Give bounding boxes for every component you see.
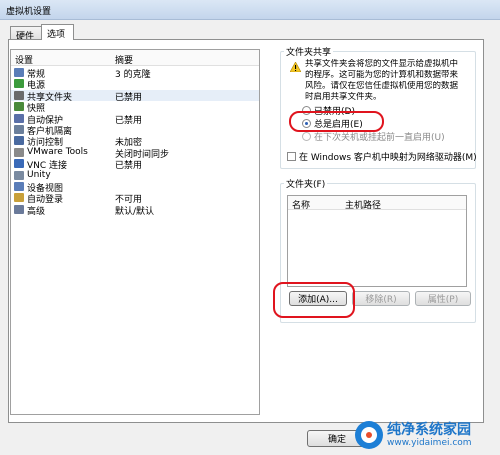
autologin-icon <box>14 193 24 203</box>
map-network-drive-checkbox[interactable] <box>287 152 296 161</box>
folders-table[interactable]: 名称 主机路径 <box>287 195 467 287</box>
settings-row-summary: 默认/默认 <box>115 206 155 217</box>
warning-line: 时启用共享文件夹。 <box>305 92 382 102</box>
settings-row[interactable]: 共享文件夹 已禁用 <box>11 89 259 103</box>
device-view-icon <box>14 182 24 191</box>
vmware-tools-icon <box>14 147 24 157</box>
folder-sharing-label: 文件夹共享 <box>284 45 334 58</box>
settings-row-name: Unity <box>27 169 51 180</box>
window-title: 虚拟机设置 <box>6 7 52 17</box>
column-header-summary[interactable]: 摘要 <box>115 53 133 66</box>
settings-row[interactable]: 客户机隔离 <box>11 124 259 137</box>
general-icon <box>14 68 24 77</box>
settings-row[interactable]: 电源 <box>11 78 259 91</box>
unity-icon <box>14 170 24 180</box>
folders-table-header: 名称 主机路径 <box>288 196 466 211</box>
settings-row[interactable]: 自动登录 不可用 <box>11 192 259 205</box>
radio-until-poweroff[interactable] <box>302 132 311 141</box>
settings-row[interactable]: 快照 <box>11 101 259 114</box>
autoprotect-icon <box>14 113 24 123</box>
window-titlebar: 虚拟机设置 <box>0 0 500 20</box>
advanced-icon <box>14 204 24 214</box>
settings-list[interactable]: 设置 摘要 常规 3 的克隆 电源 共享文件夹 已禁用 快照 自动保护 已禁用 客户机隔离 访问控… <box>10 49 260 415</box>
annotation-highlight-always-enabled <box>289 111 384 132</box>
watermark-logo-icon <box>355 421 383 449</box>
tab-options[interactable]: 选项 <box>41 24 74 40</box>
settings-row[interactable]: 设备视图 <box>11 181 259 194</box>
folder-properties-button[interactable]: 属性(P) <box>415 291 471 306</box>
settings-row[interactable]: VMware Tools 关闭时间同步 <box>11 146 259 160</box>
settings-list-header: 设置 摘要 <box>11 50 259 66</box>
remove-folder-button[interactable]: 移除(R) <box>352 291 410 306</box>
map-network-drive-label[interactable]: 在 Windows 客户机中映射为网络驱动器(M) <box>299 150 477 163</box>
watermark-title: 纯净系统家园 <box>387 421 471 438</box>
settings-row[interactable]: 常规 3 的克隆 <box>11 67 259 80</box>
shared-folder-icon <box>14 90 24 100</box>
power-icon <box>14 79 24 89</box>
settings-row[interactable]: 访问控制 未加密 <box>11 135 259 148</box>
warning-line: 风险。请仅在您信任虚拟机使用您的数据 <box>305 81 459 91</box>
settings-row[interactable]: 高级 默认/默认 <box>11 204 259 217</box>
snapshot-icon <box>14 102 24 112</box>
sharing-warning-text: 共享文件夹会将您的文件显示给虚拟机中 的程序。这可能为您的计算机和数据带来 风险… <box>305 59 477 103</box>
warning-line: 共享文件夹会将您的文件显示给虚拟机中 <box>305 59 459 69</box>
column-header-host-path[interactable]: 主机路径 <box>345 198 381 211</box>
settings-row[interactable]: Unity <box>11 170 259 181</box>
column-header-setting[interactable]: 设置 <box>15 53 33 66</box>
warning-line: 的程序。这可能为您的计算机和数据带来 <box>305 70 459 80</box>
settings-row-name: 高级 <box>27 206 46 217</box>
column-header-name[interactable]: 名称 <box>292 198 310 211</box>
settings-row[interactable]: 自动保护 已禁用 <box>11 113 259 126</box>
annotation-highlight-add-button <box>273 282 355 318</box>
settings-row[interactable]: VNC 连接 已禁用 <box>11 158 259 171</box>
tab-hardware[interactable]: 硬件 <box>10 26 43 42</box>
warning-icon <box>290 62 301 72</box>
settings-row-name: VMware Tools <box>27 146 88 157</box>
watermark-url: www.yidaimei.com <box>387 437 472 448</box>
folders-label: 文件夹(F) <box>284 177 328 190</box>
access-control-icon <box>14 136 24 146</box>
isolation-icon <box>14 125 24 134</box>
vnc-icon <box>14 159 24 169</box>
site-watermark: 纯净系统家园 www.yidaimei.com <box>355 418 495 452</box>
